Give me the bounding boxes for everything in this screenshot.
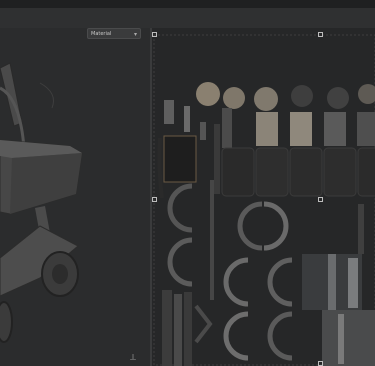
uv-strip [222, 108, 232, 148]
transform-handle[interactable] [152, 32, 157, 37]
uv-tile [289, 147, 323, 197]
toolbar [0, 8, 375, 29]
uv-strip [290, 112, 312, 146]
uv-bar [162, 290, 172, 366]
uv-ring [223, 311, 249, 361]
uv-block [338, 314, 344, 364]
transform-handle[interactable] [318, 32, 323, 37]
uv-editor-canvas[interactable] [152, 28, 375, 366]
uv-tile [255, 147, 289, 197]
uv-block [328, 254, 336, 310]
uv-block [348, 258, 358, 308]
uv-sphere [358, 84, 375, 104]
uv-piece [184, 106, 190, 132]
uv-block [322, 310, 375, 366]
3d-viewport[interactable] [0, 28, 152, 366]
transform-handle[interactable] [152, 197, 157, 202]
uv-strip [357, 112, 375, 146]
material-dropdown-label: Material [91, 31, 112, 37]
transform-handle[interactable] [318, 361, 323, 366]
chevron-down-icon: ▾ [133, 31, 137, 38]
app-title-bar [0, 0, 375, 8]
uv-bar [210, 180, 214, 300]
uv-ring [167, 237, 193, 287]
uv-panel [163, 135, 197, 183]
uv-ring [263, 201, 289, 251]
uv-bar [358, 204, 364, 254]
uv-strip [256, 112, 278, 146]
uv-piece [200, 122, 206, 140]
uv-bar [184, 292, 192, 366]
uv-sphere [291, 85, 313, 107]
transform-handle[interactable] [318, 197, 323, 202]
uv-tile [221, 147, 255, 197]
uv-tile [323, 147, 357, 197]
navigation-gizmo-icon[interactable]: ⟂ [130, 353, 136, 363]
uv-ring [267, 311, 293, 361]
uv-curve [157, 137, 164, 199]
uv-ring [223, 257, 249, 307]
uv-piece [164, 100, 174, 124]
uv-tile [357, 147, 375, 197]
uv-sphere [223, 87, 245, 109]
cart-wheel-hub [52, 264, 68, 284]
material-dropdown[interactable]: Material ▾ [87, 28, 141, 39]
uv-ring [267, 257, 293, 307]
uv-chevron-piece [194, 304, 213, 344]
uv-bar [214, 124, 220, 194]
cart-basket-side [10, 153, 82, 214]
uv-sphere [196, 82, 220, 106]
uv-sphere [327, 87, 349, 109]
uv-sphere [254, 87, 278, 111]
cart-wire [39, 82, 54, 109]
uv-ring [237, 201, 263, 251]
uv-bar [174, 294, 182, 366]
uv-strip [324, 112, 346, 146]
cart-wheel-front [0, 301, 13, 343]
uv-ring [167, 183, 193, 233]
